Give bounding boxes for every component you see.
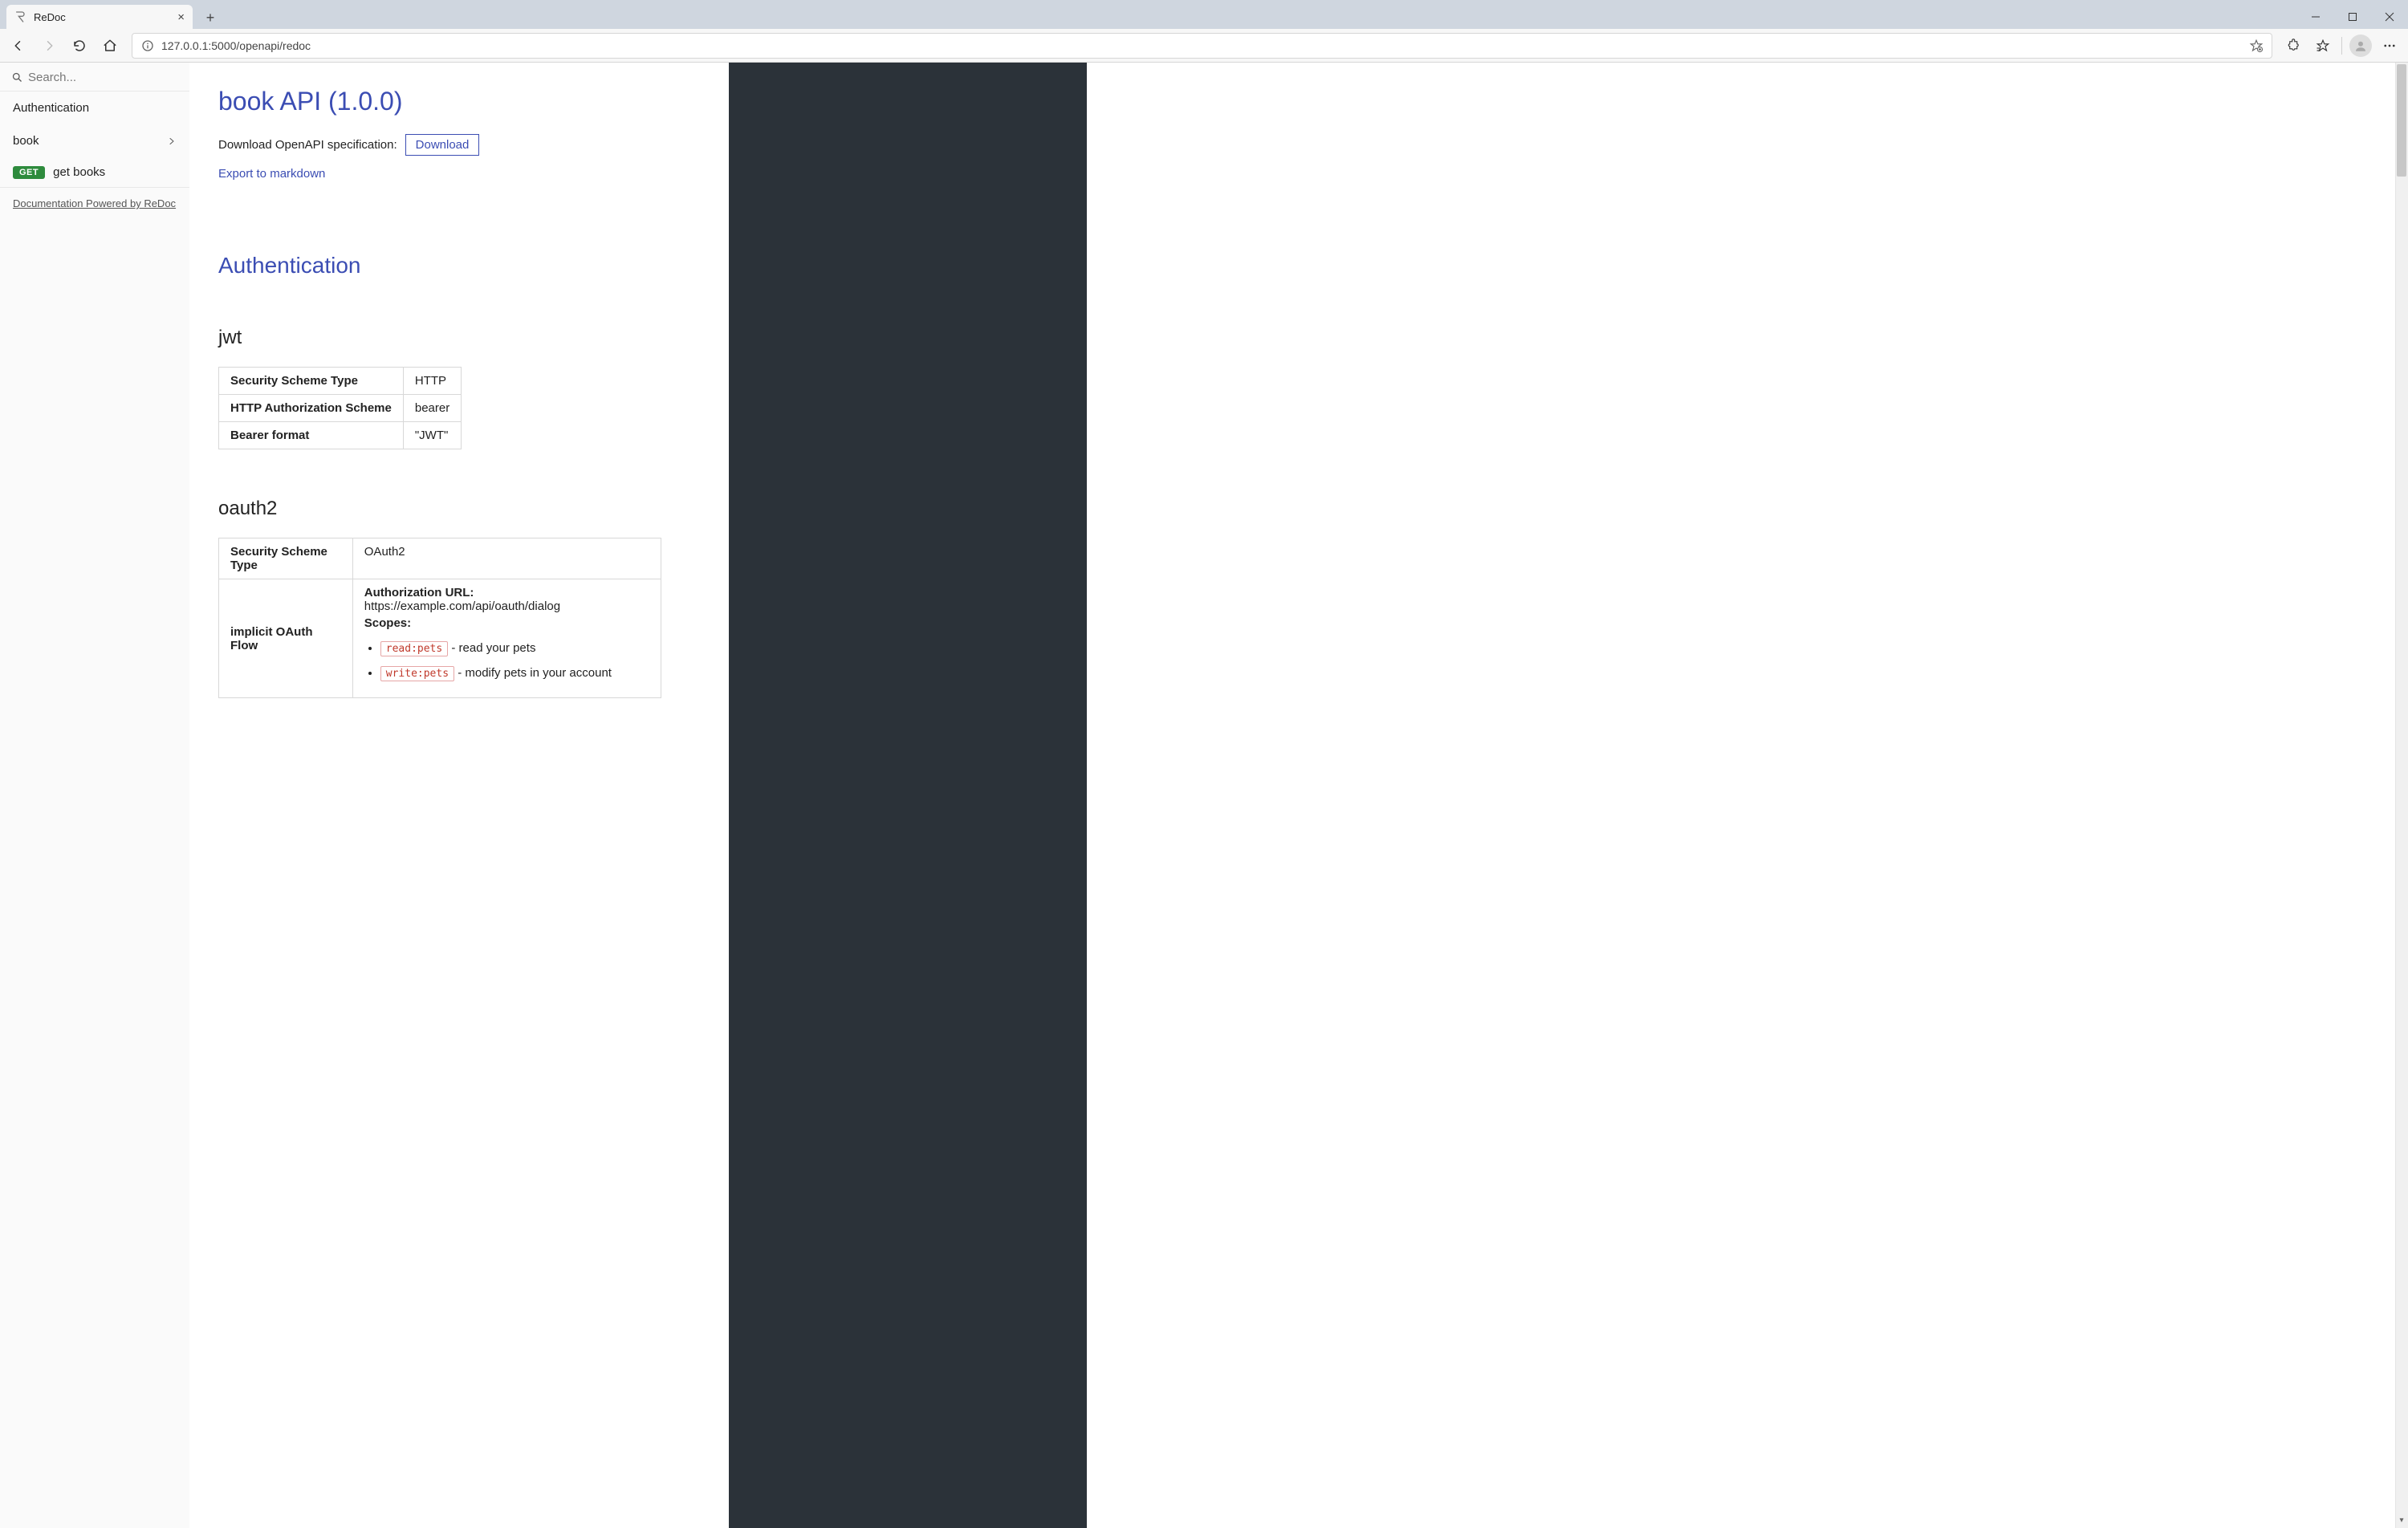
table-value: HTTP [403,368,461,395]
sidebar: Authentication book GET get books Docume… [0,63,189,1528]
add-favorite-icon[interactable] [2249,39,2264,53]
table-value: "JWT" [403,422,461,449]
scrollbar-down-icon[interactable]: ▾ [2395,1514,2408,1526]
nav-back-button[interactable] [5,32,32,59]
favorites-button[interactable] [2309,32,2337,59]
auth-url-value: https://example.com/api/oauth/dialog [364,599,560,613]
right-dark-panel [729,63,1087,1528]
authentication-section-title: Authentication [218,253,700,278]
sidebar-item-authentication[interactable]: Authentication [0,91,189,124]
window-close-button[interactable] [2371,5,2408,29]
search-input[interactable] [28,71,178,84]
sidebar-item-label: book [13,134,39,148]
sidebar-item-label: Authentication [13,101,89,115]
table-row: HTTP Authorization Scheme bearer [219,395,462,422]
table-value: OAuth2 [352,538,661,579]
sidebar-operation-label: get books [53,165,105,179]
browser-tab[interactable]: ReDoc × [6,5,193,29]
profile-button[interactable] [2347,32,2374,59]
jwt-scheme-title: jwt [218,327,700,349]
tab-close-icon[interactable]: × [177,10,185,24]
redoc-favicon-icon [14,10,27,23]
nav-home-button[interactable] [96,32,124,59]
table-row: Security Scheme Type HTTP [219,368,462,395]
address-input[interactable] [161,39,2243,52]
table-value: Authorization URL: https://example.com/a… [352,579,661,698]
download-button[interactable]: Download [405,134,480,156]
powered-by-redoc-link[interactable]: Documentation Powered by ReDoc [0,187,189,219]
nav-reload-button[interactable] [66,32,93,59]
oauth2-scheme-title: oauth2 [218,498,700,520]
table-value: bearer [403,395,461,422]
http-method-badge: GET [13,166,45,179]
address-bar[interactable] [132,33,2272,59]
avatar-icon [2349,35,2372,57]
table-key: implicit OAuth Flow [219,579,353,698]
main-content: book API (1.0.0) Download OpenAPI specif… [189,63,729,1528]
oauth2-table: Security Scheme Type OAuth2 implicit OAu… [218,538,661,698]
table-key: HTTP Authorization Scheme [219,395,404,422]
scrollbar-thumb[interactable] [2397,64,2406,177]
search-icon [11,71,23,83]
nav-forward-button[interactable] [35,32,63,59]
site-info-icon[interactable] [140,39,155,53]
download-spec-label: Download OpenAPI specification: [218,138,397,152]
table-row: Bearer format "JWT" [219,422,462,449]
scope-code: write:pets [380,666,454,681]
scopes-list: read:pets - read your pets write:pets - … [380,641,649,680]
api-title: book API (1.0.0) [218,87,700,116]
window-minimize-button[interactable] [2297,5,2334,29]
sidebar-operation-get-books[interactable]: GET get books [0,157,189,187]
table-key: Security Scheme Type [219,368,404,395]
window-maximize-button[interactable] [2334,5,2371,29]
table-key: Security Scheme Type [219,538,353,579]
table-row: implicit OAuth Flow Authorization URL: h… [219,579,661,698]
new-tab-button[interactable]: + [199,6,222,29]
table-row: Security Scheme Type OAuth2 [219,538,661,579]
scope-desc: - read your pets [448,641,535,655]
list-item: read:pets - read your pets [380,641,649,655]
extensions-button[interactable] [2280,32,2308,59]
scope-code: read:pets [380,641,448,656]
table-key: Bearer format [219,422,404,449]
scopes-label: Scopes: [364,616,649,630]
scope-desc: - modify pets in your account [454,666,612,680]
auth-url-label: Authorization URL: [364,586,474,599]
jwt-table: Security Scheme Type HTTP HTTP Authoriza… [218,367,462,449]
toolbar-divider [2341,37,2342,55]
sidebar-item-book[interactable]: book [0,124,189,157]
chevron-right-icon [167,136,177,146]
more-menu-button[interactable] [2376,32,2403,59]
export-to-markdown-link[interactable]: Export to markdown [218,167,700,181]
scrollbar[interactable]: ▾ [2395,63,2408,1528]
tab-title: ReDoc [34,11,66,23]
list-item: write:pets - modify pets in your account [380,666,649,680]
